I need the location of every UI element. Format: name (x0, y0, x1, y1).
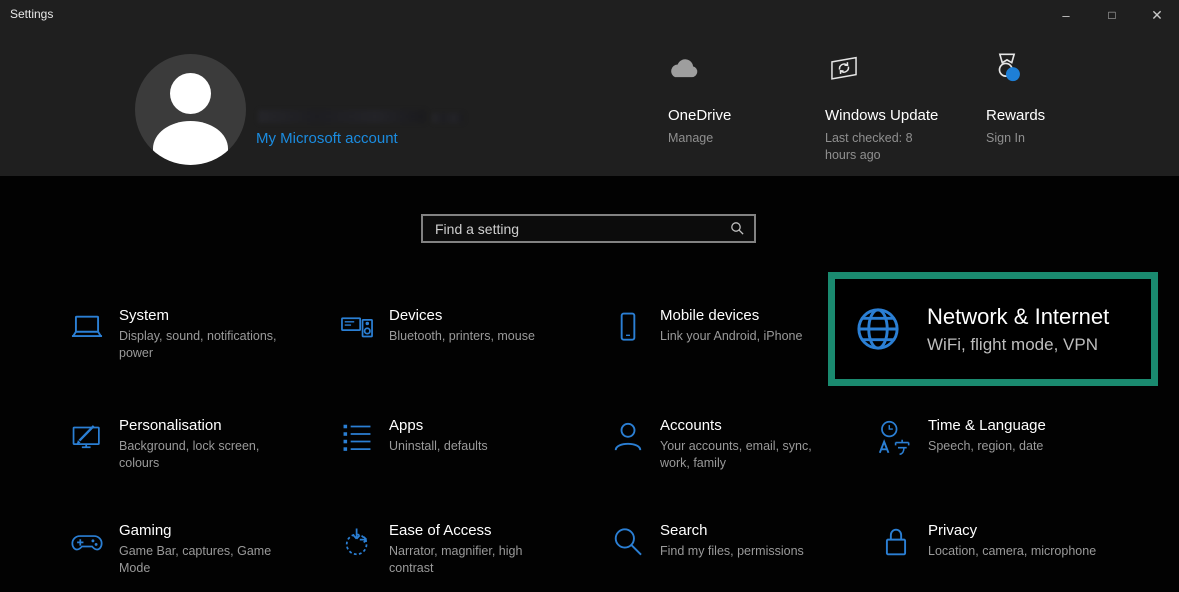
time-language-icon (877, 418, 915, 456)
category-tile-mobile-devices[interactable]: Mobile devices Link your Android, iPhone (609, 306, 859, 346)
find-a-setting-searchbox[interactable] (421, 214, 756, 243)
category-title: Personalisation (119, 416, 259, 435)
search-input[interactable] (423, 221, 730, 237)
quick-item-rewards[interactable]: Rewards Sign In (986, 0, 1096, 176)
category-subtitle: Find my files, permissions (660, 543, 804, 560)
apps-icon (338, 418, 376, 456)
category-title: Network & Internet (927, 304, 1109, 330)
category-tile-gaming[interactable]: Gaming Game Bar, captures, Game Mode (68, 521, 318, 576)
category-title: Gaming (119, 521, 271, 540)
avatar-torso-shape (153, 121, 228, 165)
window-title: Settings (10, 7, 53, 21)
close-icon: ✕ (1151, 7, 1163, 24)
avatar-head-shape (170, 73, 211, 114)
category-subtitle: Background, lock screen, colours (119, 438, 259, 471)
person-icon (609, 418, 647, 456)
category-tile-ease-of-access[interactable]: Ease of Access Narrator, magnifier, high… (338, 521, 588, 576)
category-tile-search[interactable]: Search Find my files, permissions (609, 521, 859, 561)
category-subtitle: Location, camera, microphone (928, 543, 1096, 560)
category-subtitle: Bluetooth, printers, mouse (389, 328, 535, 345)
category-tile-network-internet-highlighted[interactable]: Network & Internet WiFi, flight mode, VP… (828, 272, 1158, 386)
rewards-medal-icon (988, 50, 1026, 88)
category-title: Search (660, 521, 804, 540)
category-subtitle: Narrator, magnifier, high contrast (389, 543, 522, 576)
category-tile-privacy[interactable]: Privacy Location, camera, microphone (877, 521, 1127, 561)
redacted-account-name (258, 110, 426, 123)
devices-icon (338, 308, 376, 346)
category-title: System (119, 306, 277, 325)
category-tile-personalisation[interactable]: Personalisation Background, lock screen,… (68, 416, 318, 471)
category-subtitle: Your accounts, email, sync, work, family (660, 438, 812, 471)
category-subtitle: Game Bar, captures, Game Mode (119, 543, 271, 576)
quick-item-subtitle: Manage (668, 130, 713, 147)
category-title: Mobile devices (660, 306, 802, 325)
category-subtitle: Speech, region, date (928, 438, 1046, 455)
category-title: Ease of Access (389, 521, 522, 540)
lock-icon (877, 523, 915, 561)
category-title: Privacy (928, 521, 1096, 540)
onedrive-cloud-icon (666, 52, 702, 88)
windows-update-icon (827, 52, 861, 86)
quick-item-title: Windows Update (825, 107, 938, 124)
category-tile-accounts[interactable]: Accounts Your accounts, email, sync, wor… (609, 416, 859, 471)
user-avatar (135, 54, 246, 165)
quick-item-onedrive[interactable]: OneDrive Manage (666, 0, 806, 176)
category-title: Accounts (660, 416, 812, 435)
category-title: Apps (389, 416, 488, 435)
header-band: Settings – □ ✕ My Microsoft account OneD… (0, 0, 1179, 176)
category-subtitle: WiFi, flight mode, VPN (927, 335, 1109, 355)
category-title: Devices (389, 306, 535, 325)
quick-item-title: Rewards (986, 107, 1045, 124)
settings-window: Settings – □ ✕ My Microsoft account OneD… (0, 0, 1179, 592)
gamepad-icon (68, 523, 106, 561)
quick-item-windows-update[interactable]: Windows Update Last checked: 8 hours ago (825, 0, 935, 176)
category-tile-system[interactable]: System Display, sound, notifications, po… (68, 306, 318, 361)
category-tile-devices[interactable]: Devices Bluetooth, printers, mouse (338, 306, 588, 346)
magnifier-icon (609, 523, 647, 561)
globe-icon (851, 302, 905, 356)
category-title: Time & Language (928, 416, 1046, 435)
phone-icon (609, 308, 647, 346)
category-subtitle: Uninstall, defaults (389, 438, 488, 455)
quick-item-title: OneDrive (668, 107, 731, 124)
search-icon (730, 221, 745, 236)
category-tile-time-language[interactable]: Time & Language Speech, region, date (877, 416, 1127, 456)
quick-item-subtitle: Last checked: 8 hours ago (825, 130, 925, 163)
redacted-account-detail (432, 113, 464, 123)
maximize-icon: □ (1108, 8, 1115, 22)
category-tile-apps[interactable]: Apps Uninstall, defaults (338, 416, 588, 456)
quick-item-subtitle: Sign In (986, 130, 1025, 147)
my-microsoft-account-link[interactable]: My Microsoft account (256, 130, 398, 147)
category-subtitle: Display, sound, notifications, power (119, 328, 277, 361)
laptop-icon (68, 308, 106, 346)
ease-of-access-icon (338, 523, 376, 561)
close-button[interactable]: ✕ (1135, 0, 1179, 30)
category-subtitle: Link your Android, iPhone (660, 328, 802, 345)
personalisation-icon (68, 418, 106, 456)
